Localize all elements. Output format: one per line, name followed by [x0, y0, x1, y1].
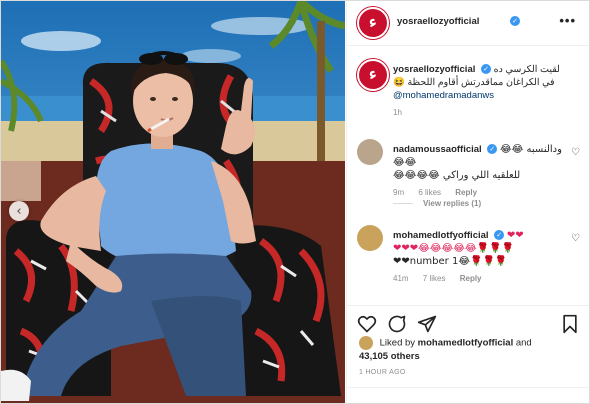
liked-by-prefix: Liked by [379, 337, 416, 349]
verified-icon: ✓ [510, 16, 520, 26]
caption-username[interactable]: yosraellozyofficial [393, 64, 475, 75]
brand-logo: ء [367, 13, 379, 32]
add-comment-area[interactable] [347, 387, 589, 403]
caption-time: 1h [393, 108, 402, 117]
liked-by-user[interactable]: mohamedlotfyofficial [418, 338, 514, 349]
comment-meta: 41m 7 likes Reply [393, 272, 562, 285]
previous-image-button[interactable]: ‹ [9, 201, 29, 221]
comment-username[interactable]: nadamoussaofficial [393, 144, 482, 155]
caption-line-1: لقيت الكرسي ده [493, 64, 560, 75]
post-panel: ء yosraellozyofficial ✓ ••• ء yosraelloz… [346, 1, 589, 403]
verified-icon: ✓ [494, 230, 505, 241]
post-frame: ‹ ء yosraellozyofficial ✓ ••• ء yosraell… [0, 0, 590, 404]
reply-button[interactable]: Reply [460, 274, 482, 283]
comment-meta: 9m 6 likes Reply [393, 186, 562, 199]
liker-avatar[interactable] [359, 336, 373, 350]
post-timestamp: 1 HOUR AGO [359, 369, 406, 376]
comment-likes[interactable]: 6 likes [418, 188, 441, 197]
caption-author-avatar[interactable]: ء [357, 59, 389, 91]
comment-line-1: ❤❤ [506, 230, 524, 241]
photo-illustration [1, 1, 345, 403]
likes-summary: Liked by mohamedlotfyofficial and 43,105… [359, 336, 580, 363]
liked-by-and: and [515, 337, 532, 349]
verified-icon: ✓ [481, 64, 492, 75]
more-options-button[interactable]: ••• [559, 13, 576, 28]
post-header: ء yosraellozyofficial ✓ ••• [347, 1, 589, 46]
comment-item: mohamedlotfyofficial ✓ ❤❤ ❤❤❤😂😂😂😂😂🌹🌹🌹 ❤❤… [357, 225, 580, 295]
heart-icon[interactable] [357, 314, 377, 334]
caption-text: yosraellozyofficial ✓ لقيت الكرسي ده في … [393, 63, 562, 119]
author-avatar[interactable]: ء [357, 7, 389, 39]
author-username[interactable]: yosraellozyofficial [397, 16, 479, 27]
comment-line-3: ❤❤number 1😂🌹🌹🌹 [393, 256, 508, 267]
bookmark-icon[interactable] [560, 314, 580, 334]
liked-by-count[interactable]: 43,105 others [359, 351, 420, 362]
reply-button[interactable]: Reply [455, 188, 477, 197]
caption-mention-link[interactable]: @mohamedramadanws [393, 90, 494, 101]
comment-icon[interactable] [387, 314, 407, 334]
comment-line-2: للعلقيه اللي وراكي 😂😂😂😂 [393, 170, 521, 181]
caption-entry: ء yosraellozyofficial ✓ لقيت الكرسي ده ف… [357, 59, 580, 129]
comment-likes[interactable]: 7 likes [423, 274, 446, 283]
caption-meta: 1h [393, 106, 562, 119]
comment-like-heart-icon[interactable]: ♡ [571, 147, 580, 158]
comments-section: ء yosraellozyofficial ✓ لقيت الكرسي ده ف… [347, 47, 589, 297]
commenter-avatar[interactable] [357, 139, 383, 165]
comment-text: mohamedlotfyofficial ✓ ❤❤ ❤❤❤😂😂😂😂😂🌹🌹🌹 ❤❤… [393, 229, 562, 285]
post-photo[interactable]: ‹ [1, 1, 345, 403]
comment-time: 9m [393, 188, 405, 197]
comment-text: nadamoussaofficial ✓ ودالنسبه 😂😂😂😂 للعلق… [393, 143, 562, 199]
comment-username[interactable]: mohamedlotfyofficial [393, 230, 489, 241]
comment-time: 41m [393, 274, 409, 283]
comment-like-heart-icon[interactable]: ♡ [571, 233, 580, 244]
verified-icon: ✓ [487, 144, 498, 155]
view-replies-button[interactable]: View replies (1) [393, 199, 481, 208]
comment-line-2: ❤❤❤😂😂😂😂😂🌹🌹🌹 [393, 243, 514, 254]
commenter-avatar[interactable] [357, 225, 383, 251]
share-icon[interactable] [417, 314, 437, 334]
brand-logo-small: ء [367, 65, 379, 84]
comment-item: nadamoussaofficial ✓ ودالنسبه 😂😂😂😂 للعلق… [357, 139, 580, 199]
caption-line-2: في الكراغان مماقدرتش أقاوم اللحظة 😆 [393, 77, 555, 88]
